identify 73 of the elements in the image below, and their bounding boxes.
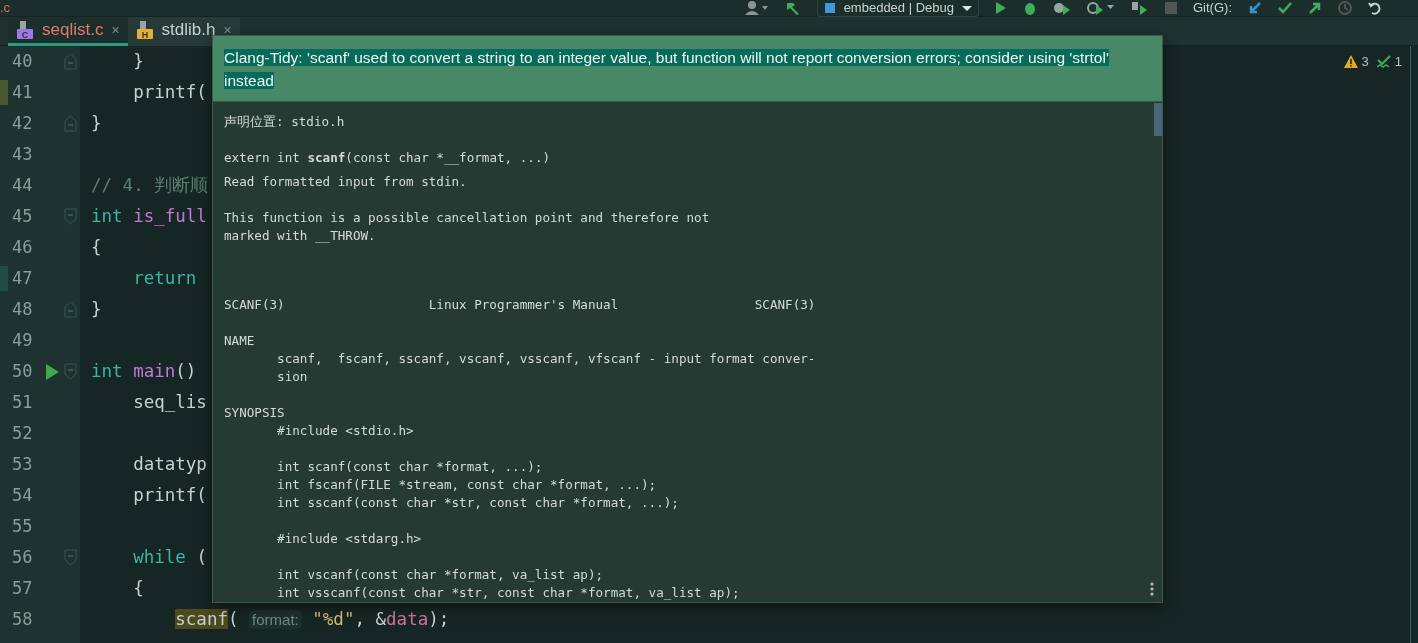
line-number: 41 [12,80,33,104]
description-text: This function is a possible cancellation point and therefore not marked with __THROW. [224,209,711,245]
line-number: 44 [12,173,33,197]
line-number: 51 [12,390,33,414]
manual-text: scanf, fscanf, sscanf, vscanf, vsscanf, vfscanf - input format conver- [276,350,817,368]
inspection-message: Clang-Tidy: 'scanf' used to convert a string to an integer value, but function will not report conversion errors; consider using 'strtol' instead [224,48,1110,91]
code-line: } [132,50,144,73]
code-line: } [91,298,102,321]
push-icon[interactable] [1308,1,1322,15]
coverage-icon[interactable] [1053,1,1071,15]
line-number: 55 [12,514,33,538]
code-line: seq_lis [132,391,207,414]
manual-text: int vscanf(const char *format, va_list ap); [276,566,605,584]
declaration-location: 声明位置: stdio.h [224,113,346,131]
code-line: while ( [132,546,207,569]
code-line: // 4. 判断顺 [91,174,209,197]
line-number: 45 [12,204,33,228]
close-icon[interactable]: × [111,19,120,41]
line-number: 48 [12,297,33,321]
line-number: 56 [12,545,33,569]
vcs-label: Git(G): [1193,0,1232,16]
code-line: int main() [91,360,197,383]
line-number: 47 [12,266,33,290]
line-number: 57 [12,576,33,600]
code-line: return [132,267,197,290]
line-number: 50 [12,359,33,383]
manual-text: SYNOPSIS [224,404,286,422]
manual-text: sion [276,368,309,386]
code-line: datatyp [132,453,207,476]
line-number: 43 [12,142,33,166]
code-line: printf( [132,81,207,104]
run-config-dropdown[interactable]: embedded | Debug [816,0,979,17]
scrollbar-thumb[interactable] [1154,103,1162,136]
code-line: } [91,112,102,135]
undo-icon[interactable] [1368,1,1382,15]
run-icon[interactable] [46,364,59,380]
problem-count: 3 [1361,53,1369,71]
code-line: int is_full [91,205,207,228]
weak-warning-icon[interactable] [1376,55,1391,69]
line-number: 58 [12,607,33,631]
manual-text: int scanf(const char *format, ...); [276,458,544,476]
line-number: 54 [12,483,33,507]
line-number: 40 [12,49,33,73]
description-text: Read formatted input from stdin. [224,173,468,191]
line-number: 46 [12,235,33,259]
manual-text: #include <stdarg.h> [276,530,423,548]
manual-text: int vsscanf(const char *str, const char *format, va_list ap); [276,584,741,602]
line-number: 42 [12,111,33,135]
run-icon[interactable] [995,1,1007,15]
manual-text: NAME [224,332,256,350]
warning-icon[interactable] [1343,55,1358,69]
line-number: 52 [12,421,33,445]
line-number: 49 [12,328,33,352]
code-line: { [132,577,144,600]
commit-icon[interactable] [1278,1,1292,15]
profiler-icon[interactable] [1087,1,1115,15]
more-icon[interactable] [1150,582,1154,596]
update-icon[interactable] [1248,1,1262,15]
user-icon[interactable] [744,1,769,15]
code-line: printf( [132,484,207,507]
module-icon [823,1,836,14]
code-line: { [91,236,102,259]
file-tab[interactable]: C seqlist.c × [8,17,128,46]
function-signature: extern int scanf(const char *__format, ...) [224,149,552,167]
manual-text: #include <stdio.h> [276,422,415,440]
caret-icon [962,3,972,12]
line-number: 53 [12,452,33,476]
problem-count: 1 [1394,53,1402,71]
code-line: scanf( format: "%d", &data); [174,608,450,631]
file-name: .c [0,0,11,16]
manual-text: int sscanf(const char *str, const char *format, ...); [276,494,680,512]
manual-text: SCANF(3) Linux Programmer's Manual SCANF(3) [224,296,817,314]
manual-text: int fscanf(FILE *stream, const char *format, ...); [276,476,658,494]
